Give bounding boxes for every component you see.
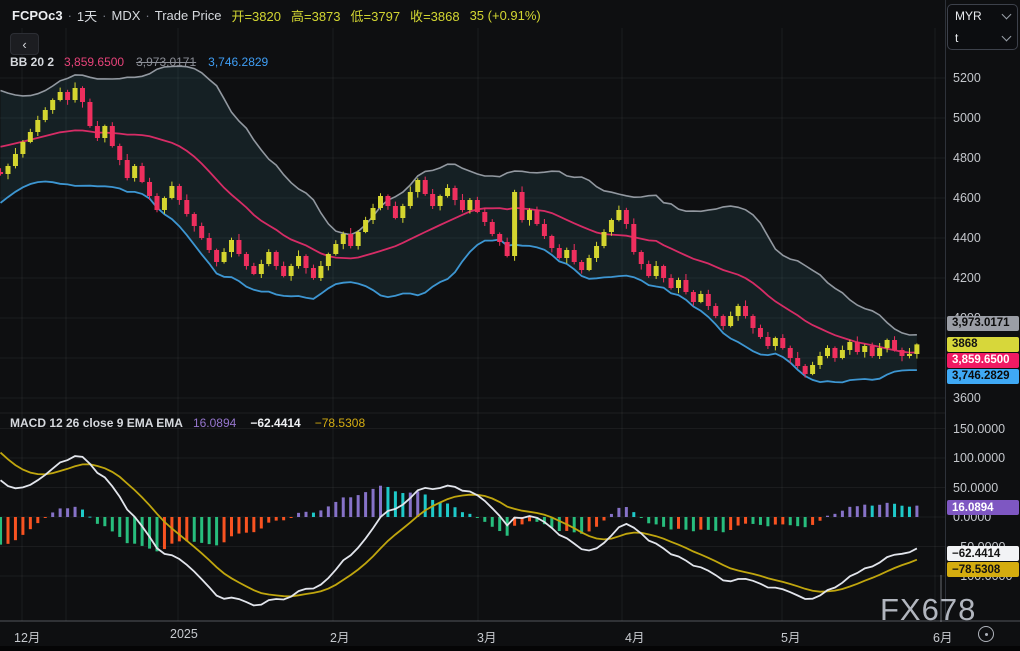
axis-tick-label: 4800: [953, 151, 981, 165]
price-label-badge: 3,973.0171: [947, 316, 1019, 331]
time-axis-label: 3月: [477, 627, 496, 646]
scroll-to-current-icon[interactable]: [978, 626, 994, 642]
axis-tick-label: 5000: [953, 111, 981, 125]
trading-chart-app: FX678 FCPOc3 · 1天 · MDX · Trade Price 开=…: [0, 0, 1020, 651]
price-label-badge: 3,746.2829: [947, 369, 1019, 384]
symbol-name: FCPOc3: [12, 8, 63, 23]
unit-value: t: [955, 31, 958, 45]
axis-tick-label: 150.0000: [953, 422, 1005, 436]
macd-lines: [1, 453, 917, 606]
series-type-label: Trade Price: [155, 8, 222, 23]
bottom-strip: [0, 646, 1020, 651]
change-value: 35 (+0.91%): [470, 8, 541, 23]
bb-lower-value: 3,746.2829: [208, 55, 268, 69]
currency-value: MYR: [955, 9, 982, 23]
currency-unit-selector: MYR t: [947, 4, 1018, 50]
bb-basis-value: 3,859.6500: [64, 55, 124, 69]
price-label-badge: −62.4414: [947, 546, 1019, 561]
axis-tick-label: 4200: [953, 271, 981, 285]
bb-title: BB 20 2: [10, 55, 54, 69]
price-label-badge: 3,859.6500: [947, 353, 1019, 368]
axis-tick-label: 5200: [953, 71, 981, 85]
axis-tick-label: 3600: [953, 391, 981, 405]
time-axis[interactable]: 12月 2025 2月 3月 4月 5月 6月: [0, 622, 1020, 646]
pane-borders: [0, 413, 1020, 645]
time-axis-label: 4月: [625, 627, 644, 646]
price-label-badge: 16.0894: [947, 500, 1019, 515]
time-axis-label: 6月: [933, 627, 952, 646]
macd-hist-value: 16.0894: [193, 416, 236, 430]
close-value: 收=3868: [410, 6, 460, 25]
bb-indicator-row[interactable]: BB 20 2 3,859.6500 3,973.0171 3,746.2829: [10, 55, 268, 69]
high-value: 高=3873: [291, 6, 341, 25]
chevron-down-icon: [1002, 10, 1012, 20]
low-value: 低=3797: [351, 6, 401, 25]
open-value: 开=3820: [231, 6, 281, 25]
exchange-label: MDX: [112, 8, 141, 23]
axis-tick-label: 100.0000: [953, 451, 1005, 465]
currency-dropdown[interactable]: MYR: [948, 5, 1017, 27]
price-label-badge: 3868: [947, 337, 1019, 352]
chevron-left-icon: ‹: [22, 37, 26, 52]
price-axis[interactable]: 520050004800460044004200400038003600150.…: [945, 0, 1020, 622]
chevron-down-icon: [1002, 32, 1012, 42]
separator: ·: [102, 8, 106, 23]
back-button[interactable]: ‹: [10, 33, 39, 55]
time-axis-label: 5月: [781, 627, 800, 646]
bb-upper-value: 3,973.0171: [136, 55, 196, 69]
separator: ·: [145, 8, 149, 23]
macd-line-value: −62.4414: [250, 416, 300, 430]
time-axis-label: 2025: [170, 627, 198, 641]
chart-canvas[interactable]: [0, 0, 1020, 651]
macd-indicator-row[interactable]: MACD 12 26 close 9 EMA EMA 16.0894 −62.4…: [10, 416, 365, 430]
macd-title: MACD 12 26 close 9 EMA EMA: [10, 416, 183, 430]
unit-dropdown[interactable]: t: [948, 27, 1017, 49]
axis-tick-label: 4600: [953, 191, 981, 205]
price-label-badge: −78.5308: [947, 562, 1019, 577]
axis-tick-label: 4400: [953, 231, 981, 245]
macd-signal-value: −78.5308: [315, 416, 365, 430]
separator: ·: [68, 8, 72, 23]
symbol-header[interactable]: FCPOc3 · 1天 · MDX · Trade Price 开=3820 高…: [12, 6, 541, 24]
axis-tick-label: 50.0000: [953, 481, 998, 495]
interval-label: 1天: [77, 6, 97, 25]
bollinger-bands: [1, 66, 917, 382]
time-axis-label: 2月: [330, 627, 349, 646]
time-axis-label: 12月: [14, 627, 40, 646]
